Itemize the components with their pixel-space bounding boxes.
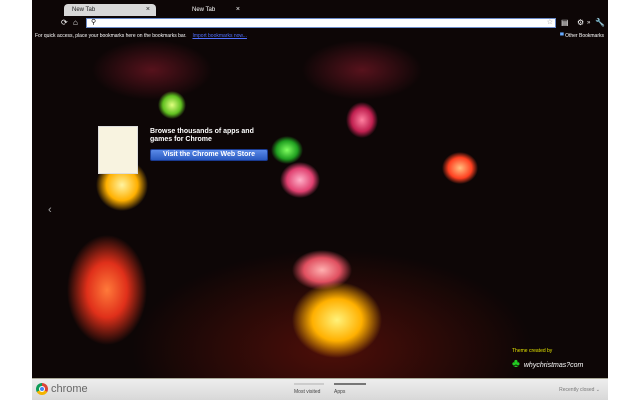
other-bookmarks-label: Other Bookmarks <box>565 33 604 39</box>
browser-window: New Tab × New Tab × ⟳ ⌂ ⚲ ☆ ▤ ⚙ » 🔧 For qui… <box>32 0 608 400</box>
tab-label: New Tab <box>72 7 96 13</box>
chrome-wordmark: chrome <box>51 383 88 395</box>
tab-new-tab[interactable]: New Tab × <box>156 4 246 16</box>
bookmarks-bar: For quick access, place your bookmarks h… <box>32 31 608 41</box>
web-store-bag-icon <box>98 126 138 174</box>
previous-page-arrow[interactable]: ‹ <box>48 204 52 216</box>
visit-web-store-button[interactable]: Visit the Chrome Web Store <box>150 149 268 161</box>
extension-icon[interactable]: » <box>587 18 590 28</box>
theme-background <box>32 0 608 378</box>
tab-strip: New Tab × New Tab × <box>32 0 608 16</box>
omnibox[interactable]: ⚲ ☆ <box>86 18 556 28</box>
star-icon[interactable]: ☆ <box>547 19 553 27</box>
tab-label: New Tab <box>192 7 216 13</box>
toolbar: ⟳ ⌂ ⚲ ☆ ▤ ⚙ » 🔧 <box>32 16 608 30</box>
wrench-icon[interactable]: 🔧 <box>595 18 605 28</box>
close-icon[interactable]: × <box>236 6 240 13</box>
bookmarks-message: For quick access, place your bookmarks h… <box>35 33 187 39</box>
tree-icon: ♣ <box>512 356 520 370</box>
tab-most-visited[interactable]: Most visited <box>294 383 324 395</box>
theme-credit-logo[interactable]: ♣ whychristmas?com <box>512 356 583 370</box>
theme-credit-label: Theme created by <box>512 348 553 354</box>
import-bookmarks-link[interactable]: Import bookmarks now... <box>192 33 246 39</box>
folder-icon: ▀ <box>560 33 564 39</box>
promo-text: Browse thousands of apps and games for C… <box>150 128 254 143</box>
search-icon: ⚲ <box>91 19 97 26</box>
close-icon[interactable]: × <box>146 6 150 13</box>
page-icon[interactable]: ▤ <box>561 18 569 28</box>
chrome-icon <box>36 383 48 395</box>
reload-icon[interactable]: ⟳ <box>61 18 68 28</box>
home-icon[interactable]: ⌂ <box>73 18 78 28</box>
credit-site: whychristmas?com <box>523 362 584 369</box>
chrome-logo: chrome <box>36 383 88 395</box>
ntp-footer: chrome Most visited Apps Recently closed… <box>32 378 608 400</box>
tab-apps[interactable]: Apps <box>334 383 366 395</box>
gear-icon[interactable]: ⚙ <box>577 18 584 28</box>
other-bookmarks[interactable]: ▀ Other Bookmarks <box>560 33 604 39</box>
tab-new-tab-active[interactable]: New Tab × <box>64 4 156 16</box>
recently-closed-menu[interactable]: Recently closed ⌄ <box>559 387 600 393</box>
